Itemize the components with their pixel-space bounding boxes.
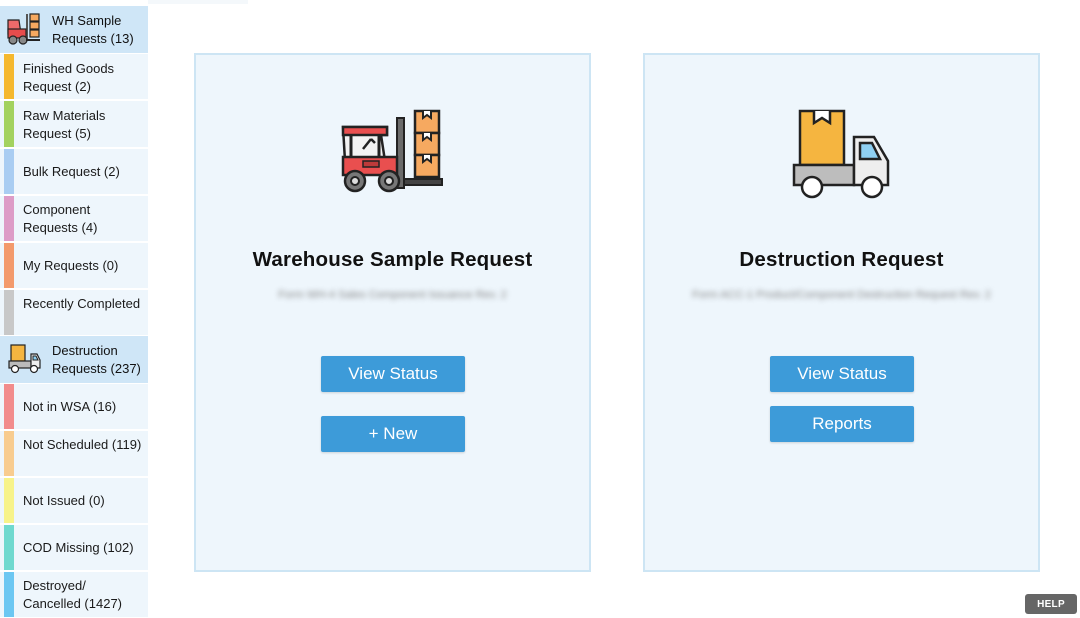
status-color-bar [4, 525, 14, 570]
status-color-bar [4, 572, 14, 617]
sidebar-item-my-requests[interactable]: My Requests (0) [0, 243, 148, 289]
card-title: Destruction Request [739, 248, 944, 271]
sidebar-item-destroyed-cancelled[interactable]: Destroyed/ Cancelled (1427) [0, 572, 148, 618]
sidebar-item-label: My Requests (0) [23, 258, 119, 273]
status-color-bar [4, 431, 14, 476]
status-color-bar [4, 196, 14, 241]
sidebar-header-label: Destruction Requests (237) [52, 343, 141, 376]
sidebar-item-label: Raw Materials Request (5) [23, 108, 106, 141]
sidebar-item-label: Not Scheduled (119) [23, 437, 142, 452]
sidebar-header-destruction[interactable]: Destruction Requests (237) [0, 336, 148, 383]
view-status-button[interactable]: View Status [321, 356, 465, 392]
sidebar-item-label: Component Requests (4) [23, 202, 98, 235]
sidebar-header-label: WH Sample Requests (13) [52, 13, 134, 46]
status-color-bar [4, 384, 14, 429]
sidebar-item-label: COD Missing (102) [23, 540, 134, 555]
sidebar-header-wh-sample[interactable]: WH Sample Requests (13) [0, 6, 148, 53]
forklift-icon [7, 12, 43, 46]
sidebar-item-label: Bulk Request (2) [23, 164, 120, 179]
sidebar-item-not-issued[interactable]: Not Issued (0) [0, 478, 148, 524]
new-request-button[interactable]: + New [321, 416, 465, 452]
sidebar-item-component[interactable]: Component Requests (4) [0, 196, 148, 242]
sidebar-item-label: Finished Goods Request (2) [23, 61, 115, 94]
sidebar-item-recently-completed[interactable]: Recently Completed [0, 290, 148, 336]
sidebar-item-not-scheduled[interactable]: Not Scheduled (119) [0, 431, 148, 477]
card-subtitle: Form ACC-1 Product/Component Destruction… [692, 289, 991, 301]
warehouse-sample-card: Warehouse Sample Request Form WH-4 Sales… [194, 53, 591, 572]
sidebar-item-bulk[interactable]: Bulk Request (2) [0, 149, 148, 195]
delivery-truck-icon [7, 342, 43, 376]
view-status-button[interactable]: View Status [770, 356, 914, 392]
sidebar-item-cod-missing[interactable]: COD Missing (102) [0, 525, 148, 571]
status-color-bar [4, 243, 14, 288]
top-divider [148, 0, 248, 4]
app-root: WH Sample Requests (13) Finished Goods R… [0, 0, 1080, 618]
sidebar: WH Sample Requests (13) Finished Goods R… [0, 6, 148, 618]
sidebar-item-finished-goods[interactable]: Finished Goods Request (2) [0, 54, 148, 100]
status-color-bar [4, 54, 14, 99]
status-color-bar [4, 290, 14, 335]
status-color-bar [4, 478, 14, 523]
status-color-bar [4, 101, 14, 147]
sidebar-item-label: Destroyed/ Cancelled (1427) [23, 578, 123, 611]
card-subtitle: Form WH-4 Sales Component Issuance Rev. … [278, 289, 507, 301]
status-color-bar [4, 149, 14, 194]
help-button[interactable]: HELP [1025, 594, 1077, 614]
reports-button[interactable]: Reports [770, 406, 914, 442]
destruction-request-card: Destruction Request Form ACC-1 Product/C… [643, 53, 1040, 572]
sidebar-item-not-in-wsa[interactable]: Not in WSA (16) [0, 384, 148, 430]
card-title: Warehouse Sample Request [252, 248, 533, 271]
forklift-icon [341, 109, 443, 193]
sidebar-item-label: Recently Completed [23, 296, 141, 311]
card-logo [645, 109, 1038, 203]
sidebar-item-label: Not in WSA (16) [23, 399, 117, 414]
sidebar-item-label: Not Issued (0) [23, 493, 105, 508]
delivery-truck-icon [792, 109, 889, 199]
card-logo [196, 109, 589, 203]
sidebar-item-raw-materials[interactable]: Raw Materials Request (5) [0, 101, 148, 148]
